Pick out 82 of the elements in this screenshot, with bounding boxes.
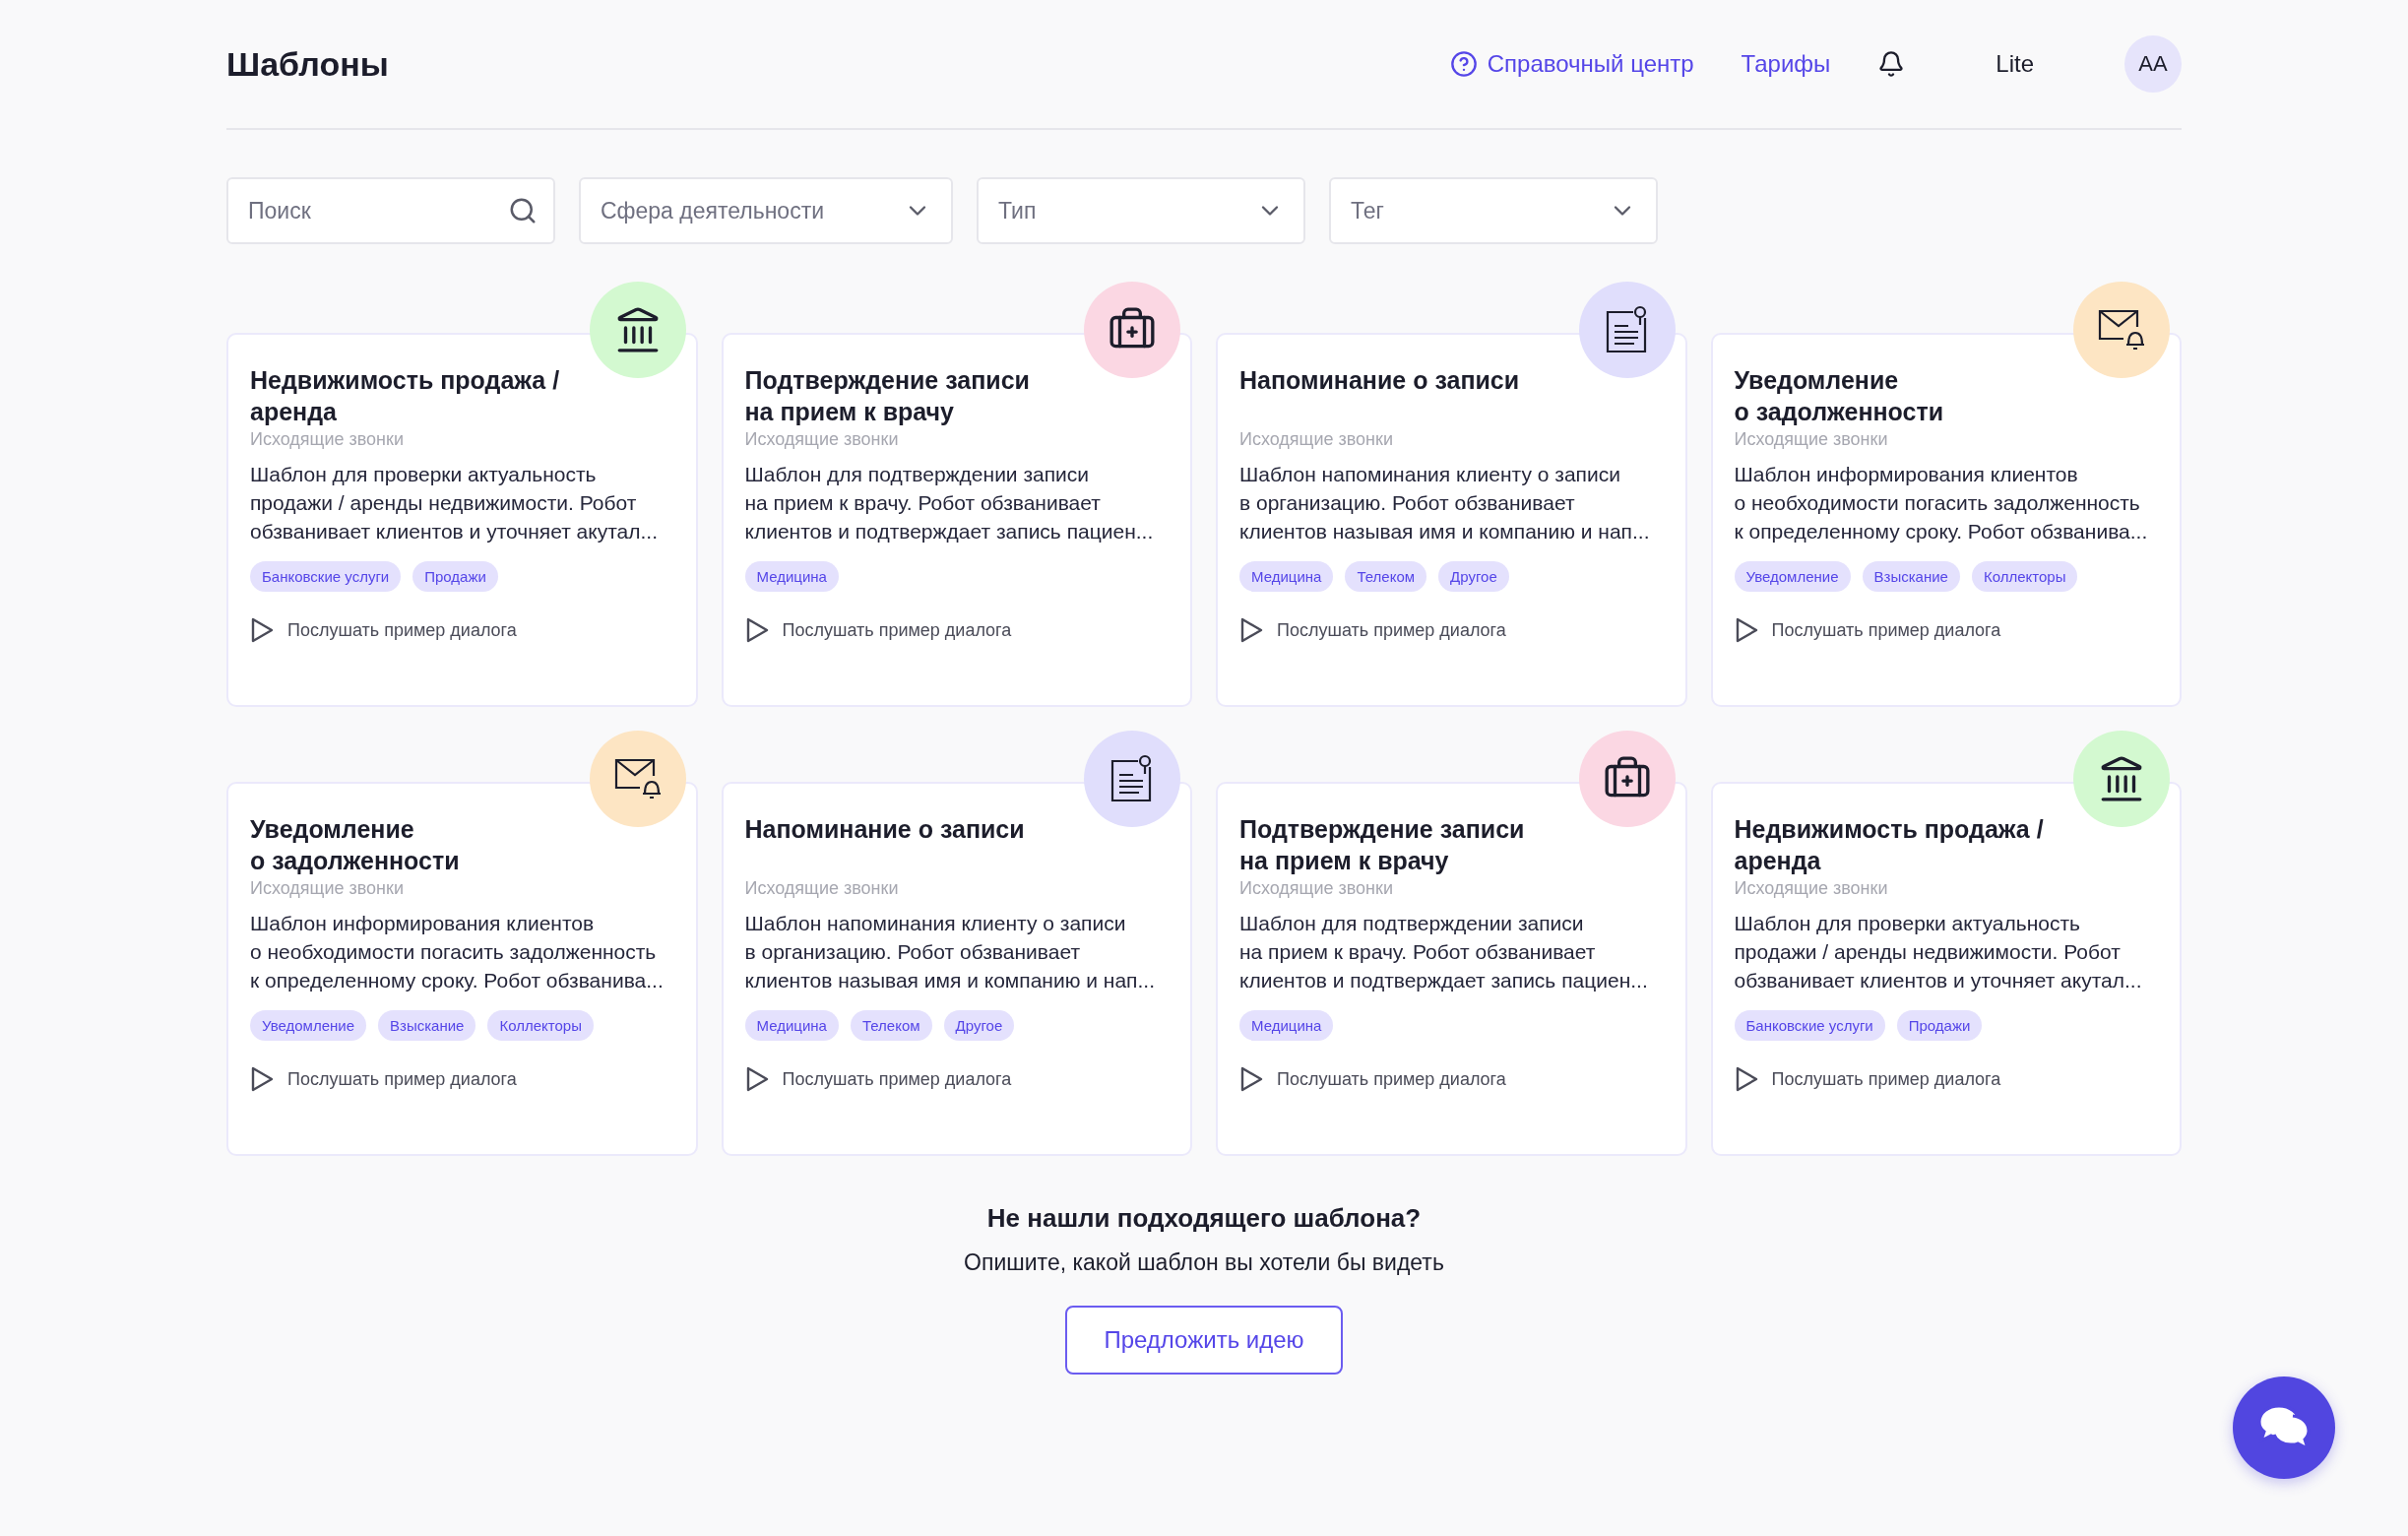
tag-chip: Медицина	[1239, 561, 1334, 592]
play-icon	[1239, 617, 1263, 643]
card-subtitle: Исходящие звонки	[744, 429, 900, 450]
search-icon	[508, 196, 538, 225]
listen-example-link[interactable]: Послушать пример диалога	[1239, 617, 1664, 643]
chat-button[interactable]	[2233, 1376, 2335, 1479]
footer-subtitle: Опишите, какой шаблон вы хотели бы видеть	[964, 1249, 1444, 1276]
play-icon	[1239, 1066, 1263, 1092]
template-card[interactable]	[1710, 782, 2182, 1156]
card-title: Уведомление о задолженности	[250, 814, 461, 876]
search-field[interactable]: Поиск	[226, 177, 555, 244]
card-subtitle: Исходящие звонки	[1734, 429, 1889, 450]
card-description: Шаблон напоминания клиенту о записи в организацию. Робот обзванивает клиентов называя имя и компанию и нап...	[1239, 462, 1651, 544]
listen-example-link[interactable]: Послушать пример диалога	[250, 617, 674, 643]
card-description: Шаблон для подтверждении записи на прием к врачу. Робот обзванивает клиентов и подтверждает запись пациен...	[1239, 911, 1649, 993]
tag-chip: Другое	[943, 1010, 1015, 1041]
tag-chip: Медицина	[1239, 1010, 1334, 1041]
card-description: Шаблон для подтверждении записи на прием к врачу. Робот обзванивает клиентов и подтверждает запись пациен...	[744, 462, 1155, 544]
card-description: Шаблон информирования клиентов о необходимости погасить задолженность к определенному сроку. Робот обзванива...	[250, 911, 665, 993]
template-card[interactable]	[226, 333, 698, 707]
template-card[interactable]: Подтверждение записи на прием к врачу Исходящие звонки Шаблон для подтверждении записи на прием к врачу. Робот обзванивает клиентов и подтверждает запись пациен... Медицина Послушать пример диалога	[1216, 782, 1687, 1156]
notification-bell-icon[interactable]	[1877, 50, 1906, 78]
tag-chip: Другое	[1438, 561, 1509, 592]
plan-label: Lite	[1996, 50, 2034, 78]
card-title: Подтверждение записи на прием к врачу	[1239, 814, 1526, 876]
template-card[interactable]: Напоминание о записи Исходящие звонки Шаблон напоминания клиенту о записи в организацию. Робот обзванивает клиентов называя имя и компанию и нап... Медицина Телеком Другое Послушать пример диалога	[1216, 333, 1687, 707]
template-card[interactable]	[1710, 333, 2182, 707]
help-center-link[interactable]: Справочный центр	[1449, 50, 1694, 78]
tag-chip: Продажи	[1896, 1010, 1983, 1041]
help-icon	[1449, 50, 1478, 78]
card-subtitle: Исходящие звонки	[1734, 878, 1889, 899]
listen-example-link[interactable]: Послушать пример диалога	[1734, 1066, 2158, 1092]
pricing-link[interactable]: Тарифы	[1741, 50, 1831, 78]
tag-chip: Коллекторы	[1971, 561, 2078, 592]
listen-example-link[interactable]: Послушать пример диалога	[1734, 617, 2158, 643]
template-card[interactable]: Подтверждение записи на прием к врачу Исходящие звонки Шаблон для подтверждении записи на прием к врачу. Робот обзванивает клиентов и подтверждает запись пациен... Медицина Послушать пример диалога	[721, 333, 1192, 707]
filter-dropdown[interactable]: Сфера деятельности	[579, 177, 953, 244]
footer-title: Не нашли подходящего шаблона?	[986, 1203, 1422, 1234]
suggest-idea-button[interactable]: Предложить идею	[1065, 1306, 1343, 1375]
listen-example-link[interactable]: Послушать пример диалога	[744, 1066, 1169, 1092]
card-subtitle: Исходящие звонки	[1239, 878, 1394, 899]
listen-example-link[interactable]: Послушать пример диалога	[1239, 1066, 1664, 1092]
card-subtitle: Исходящие звонки	[744, 878, 900, 899]
card-description: Шаблон для проверки актуальность продажи / аренды недвижимости. Робот обзванивает клиентов и уточняет акутал...	[1734, 911, 2143, 993]
card-subtitle: Исходящие звонки	[1239, 429, 1394, 450]
template-card[interactable]: Напоминание о записи Исходящие звонки Шаблон напоминания клиенту о записи в организацию. Робот обзванивает клиентов называя имя и компанию и нап... Медицина Телеком Другое Послушать пример диалога	[721, 782, 1192, 1156]
play-icon	[1734, 1066, 1758, 1092]
card-title: Напоминание о записи	[744, 814, 1026, 845]
play-icon	[1734, 617, 1758, 643]
card-description: Шаблон для проверки актуальность продажи / аренды недвижимости. Робот обзванивает клиентов и уточняет акутал...	[250, 462, 659, 544]
filter-dropdown[interactable]: Тег	[1329, 177, 1658, 244]
tag-chip: Банковские услуги	[250, 561, 402, 592]
template-card[interactable]	[226, 782, 698, 1156]
user-avatar[interactable]: AA	[2124, 35, 2182, 93]
tag-chip: Телеком	[1345, 561, 1427, 592]
tag-chip: Банковские услуги	[1734, 1010, 1885, 1041]
play-icon	[250, 1066, 274, 1092]
filter-dropdown[interactable]: Тип	[977, 177, 1305, 244]
card-subtitle: Исходящие звонки	[250, 878, 405, 899]
play-icon	[744, 617, 769, 643]
tag-chip: Телеком	[850, 1010, 932, 1041]
tag-chip: Взыскание	[378, 1010, 476, 1041]
listen-example-link[interactable]: Послушать пример диалога	[250, 1066, 674, 1092]
tag-chip: Взыскание	[1862, 561, 1960, 592]
listen-example-link[interactable]: Послушать пример диалога	[744, 617, 1169, 643]
tag-chip: Уведомление	[1734, 561, 1851, 592]
card-subtitle: Исходящие звонки	[250, 429, 405, 450]
card-description: Шаблон напоминания клиенту о записи в организацию. Робот обзванивает клиентов называя имя и компанию и нап...	[744, 911, 1156, 993]
tag-chip: Медицина	[744, 561, 839, 592]
card-title: Подтверждение записи на прием к врачу	[744, 365, 1031, 427]
card-title: Напоминание о записи	[1239, 365, 1521, 396]
tag-chip: Продажи	[412, 561, 498, 592]
card-description: Шаблон информирования клиентов о необходимости погасить задолженность к определенному сроку. Робот обзванива...	[1734, 462, 2149, 544]
play-icon	[250, 617, 274, 643]
card-title: Недвижимость продажа / аренда	[1734, 814, 2045, 876]
play-icon	[744, 1066, 769, 1092]
card-title: Уведомление о задолженности	[1734, 365, 1945, 427]
tag-chip: Медицина	[744, 1010, 839, 1041]
tag-chip: Уведомление	[250, 1010, 366, 1041]
tag-chip: Коллекторы	[487, 1010, 594, 1041]
card-title: Недвижимость продажа / аренда	[250, 365, 561, 427]
page-title: Шаблоны	[226, 44, 390, 84]
